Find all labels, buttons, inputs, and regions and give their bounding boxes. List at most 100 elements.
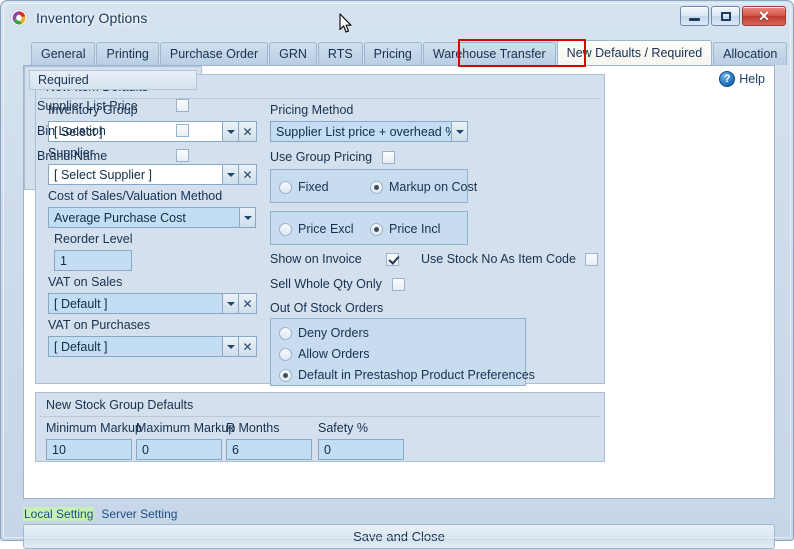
radio-dot-icon	[279, 326, 292, 340]
required-header: Required	[29, 70, 197, 90]
radio-price-excl[interactable]: Price Excl	[279, 222, 354, 236]
use-group-pricing-row[interactable]: Use Group Pricing	[270, 150, 396, 164]
tab-rts[interactable]: RTS	[317, 42, 363, 65]
supplier-dropdown-arrow[interactable]	[222, 164, 239, 185]
radio-default-prestashop[interactable]: Default in Prestashop Product Preference…	[279, 368, 535, 382]
radio-allow-orders[interactable]: Allow Orders	[279, 347, 370, 361]
vat-on-purchases-dropdown-arrow[interactable]	[222, 336, 239, 357]
caption-buttons: ✕	[680, 6, 786, 26]
maximize-button[interactable]	[711, 6, 740, 26]
required-brand-name-checkbox[interactable]	[176, 149, 189, 162]
out-of-stock-orders-panel: Deny Orders Allow Orders Default in Pres…	[270, 318, 535, 386]
tab-label: GRN	[279, 47, 307, 61]
radio-label: Deny Orders	[298, 326, 369, 340]
use-stock-no-as-item-code-checkbox[interactable]	[584, 252, 598, 266]
server-setting-link[interactable]: Server Setting	[101, 507, 177, 521]
markup-mode-panel: Fixed Markup on Cost	[270, 169, 477, 203]
vat-on-purchases-input[interactable]: [ Default ]	[48, 336, 223, 357]
chevron-down-icon	[226, 344, 235, 349]
chevron-down-icon	[226, 129, 235, 134]
radio-price-incl[interactable]: Price Incl	[370, 222, 440, 236]
label-pricing-method: Pricing Method	[270, 103, 354, 117]
tab-warehouse-transfer[interactable]: Warehouse Transfer	[422, 42, 556, 65]
vat-on-sales-input[interactable]: [ Default ]	[48, 293, 223, 314]
show-on-invoice-row[interactable]: Show on Invoice	[270, 252, 399, 266]
use-group-pricing-label: Use Group Pricing	[270, 150, 373, 164]
pricing-method-input[interactable]: Supplier List price + overhead %	[270, 121, 452, 142]
required-bin-location-checkbox[interactable]	[176, 124, 189, 137]
r-months-input[interactable]: 6	[226, 439, 312, 460]
pricing-method-dropdown-arrow[interactable]	[451, 121, 468, 142]
radio-markup-on-cost[interactable]: Markup on Cost	[370, 180, 477, 194]
help-link[interactable]: ? Help	[719, 71, 765, 87]
reorder-level-input[interactable]: 1	[54, 250, 132, 271]
sell-whole-qty-only-checkbox[interactable]	[391, 277, 405, 291]
cost-of-sales-input[interactable]: Average Purchase Cost	[48, 207, 240, 228]
tab-label: RTS	[327, 47, 353, 61]
mouse-cursor-icon	[339, 13, 352, 33]
close-button[interactable]: ✕	[742, 6, 786, 26]
tab-allocation[interactable]: Allocation	[713, 42, 788, 65]
tab-new-defaults-required[interactable]: New Defaults / Required	[556, 40, 713, 65]
required-row-label: Bin Location	[37, 123, 106, 138]
cost-of-sales-dropdown-arrow[interactable]	[239, 207, 256, 228]
title-bar[interactable]: Inventory Options ✕	[1, 1, 793, 35]
tab-purchase-order[interactable]: Purchase Order	[159, 42, 269, 65]
show-on-invoice-checkbox[interactable]	[385, 252, 399, 266]
required-row-bin-location[interactable]: Bin Location	[29, 118, 197, 143]
label-safety-percent: Safety %	[318, 421, 369, 435]
tab-label: Allocation	[723, 47, 778, 61]
vat-on-sales-clear-button[interactable]: ✕	[238, 293, 257, 314]
required-row-supplier-list-price[interactable]: Supplier List Price	[29, 93, 197, 118]
tab-general[interactable]: General	[31, 42, 96, 65]
maximize-icon	[720, 11, 731, 21]
inventory-group-clear-button[interactable]: ✕	[238, 121, 257, 142]
local-setting-link[interactable]: Local Setting	[23, 507, 95, 521]
tab-printing[interactable]: Printing	[96, 42, 159, 65]
settings-links: Local Setting Server Setting	[23, 507, 177, 521]
vat-on-sales-dropdown-arrow[interactable]	[222, 293, 239, 314]
required-supplier-list-price-checkbox[interactable]	[176, 99, 189, 112]
radio-label: Allow Orders	[298, 347, 370, 361]
use-stock-no-as-item-code-label: Use Stock No As Item Code	[421, 252, 576, 266]
question-mark-icon: ?	[719, 71, 736, 87]
chevron-down-icon	[243, 215, 252, 220]
radio-deny-orders[interactable]: Deny Orders	[279, 326, 369, 340]
radio-dot-icon	[279, 347, 292, 361]
price-mode-panel: Price Excl Price Incl	[270, 211, 468, 245]
use-stock-no-as-item-code-row[interactable]: Use Stock No As Item Code	[421, 252, 598, 266]
close-icon: ✕	[758, 8, 770, 24]
help-label: Help	[739, 72, 765, 86]
radio-dot-icon	[370, 180, 383, 194]
radio-fixed[interactable]: Fixed	[279, 180, 329, 194]
radio-label: Price Excl	[298, 222, 354, 236]
group-title: New Stock Group Defaults	[46, 398, 194, 412]
tab-grn[interactable]: GRN	[269, 42, 317, 65]
minimum-markup-input[interactable]: 10	[46, 439, 132, 460]
radio-label: Fixed	[298, 180, 329, 194]
tab-label: Purchase Order	[169, 47, 259, 61]
label-minimum-markup: Minimum Markup	[46, 421, 142, 435]
sell-whole-qty-only-row[interactable]: Sell Whole Qty Only	[270, 277, 405, 291]
vat-on-purchases-clear-button[interactable]: ✕	[238, 336, 257, 357]
radio-dot-icon	[279, 180, 292, 194]
window-title: Inventory Options	[36, 10, 148, 26]
radio-dot-icon	[279, 368, 292, 382]
maximum-markup-input[interactable]: 0	[136, 439, 222, 460]
label-reorder-level: Reorder Level	[54, 232, 133, 246]
supplier-clear-button[interactable]: ✕	[238, 164, 257, 185]
tab-pricing[interactable]: Pricing	[363, 42, 422, 65]
save-and-close-button[interactable]: Save and Close	[23, 524, 775, 549]
use-group-pricing-checkbox[interactable]	[382, 150, 396, 164]
safety-percent-input[interactable]: 0	[318, 439, 404, 460]
minimize-button[interactable]	[680, 6, 709, 26]
required-row-brand-name[interactable]: Brand Name	[29, 143, 197, 168]
tab-label: General	[41, 47, 86, 61]
chevron-down-icon	[455, 129, 464, 134]
inventory-group-dropdown-arrow[interactable]	[222, 121, 239, 142]
label-vat-on-purchases: VAT on Purchases	[48, 318, 151, 332]
tab-label: Printing	[106, 47, 149, 61]
radio-label: Markup on Cost	[389, 180, 478, 194]
save-and-close-label: Save and Close	[353, 529, 445, 544]
label-vat-on-sales: VAT on Sales	[48, 275, 123, 289]
